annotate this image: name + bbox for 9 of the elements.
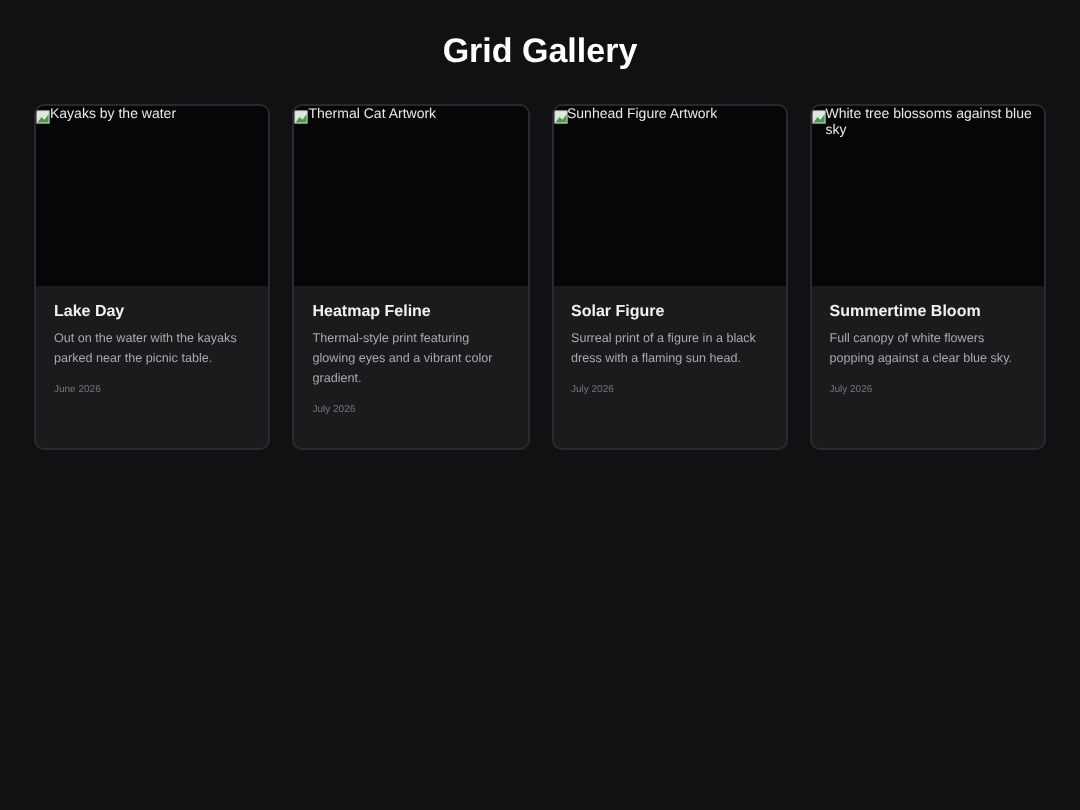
- page-title: Grid Gallery: [440, 30, 640, 74]
- card-title: Lake Day: [54, 302, 127, 320]
- card-title: Heatmap Feline: [312, 302, 433, 320]
- card-title: Summertime Bloom: [829, 302, 983, 320]
- broken-image-icon: [553, 109, 567, 123]
- broken-image-icon: [36, 109, 50, 123]
- card-title: Solar Figure: [571, 302, 667, 320]
- broken-image-icon: [811, 109, 826, 123]
- broken-image-icon: [294, 109, 309, 123]
